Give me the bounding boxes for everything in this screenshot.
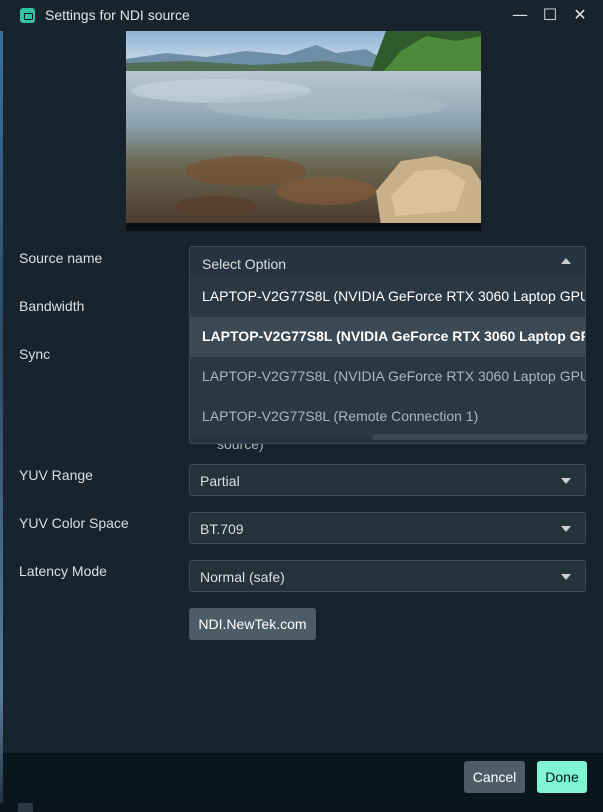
yuv-range-select[interactable]: Partial <box>189 464 586 496</box>
ndi-website-button[interactable]: NDI.NewTek.com <box>189 608 316 640</box>
latency-mode-value: Normal (safe) <box>200 569 285 585</box>
latency-mode-select[interactable]: Normal (safe) <box>189 560 586 592</box>
minimize-button[interactable]: — <box>510 5 530 25</box>
title-bar: Settings for NDI source — ☐ ✕ <box>0 0 603 31</box>
label-bandwidth: Bandwidth <box>19 298 85 314</box>
label-yuv-range: YUV Range <box>19 467 93 483</box>
chevron-down-icon <box>561 478 571 484</box>
taskbar-strip <box>0 803 603 812</box>
source-name-select[interactable]: Select Option <box>190 247 585 277</box>
label-sync: Sync <box>19 346 51 362</box>
source-option[interactable]: LAPTOP-V2G77S8L (Remote Connection 1) <box>190 397 585 437</box>
chevron-down-icon <box>561 526 571 532</box>
window-title: Settings for NDI source <box>45 7 190 23</box>
source-option[interactable]: LAPTOP-V2G77S8L (NVIDIA GeForce RTX 3060… <box>190 277 585 317</box>
taskbar-tab <box>18 803 33 812</box>
chevron-down-icon <box>561 574 571 580</box>
source-preview-image <box>126 31 481 231</box>
source-option[interactable]: LAPTOP-V2G77S8L (NVIDIA GeForce RTX 3060… <box>190 317 585 357</box>
dropdown-scrollbar[interactable] <box>372 434 588 440</box>
source-name-value: Select Option <box>202 256 287 272</box>
done-button[interactable]: Done <box>537 761 587 793</box>
yuv-color-space-value: BT.709 <box>200 521 244 537</box>
cancel-button[interactable]: Cancel <box>464 761 525 793</box>
yuv-color-space-select[interactable]: BT.709 <box>189 512 586 544</box>
source-name-dropdown[interactable]: Select Option LAPTOP-V2G77S8L (NVIDIA Ge… <box>189 246 586 444</box>
source-option[interactable]: LAPTOP-V2G77S8L (NVIDIA GeForce RTX 3060… <box>190 357 585 397</box>
yuv-range-value: Partial <box>200 473 240 489</box>
maximize-button[interactable]: ☐ <box>540 5 560 25</box>
app-icon <box>20 8 35 23</box>
label-yuv-color-space: YUV Color Space <box>19 515 129 531</box>
chevron-up-icon <box>561 258 571 264</box>
label-source-name: Source name <box>19 250 103 266</box>
label-latency-mode: Latency Mode <box>19 563 107 579</box>
close-button[interactable]: ✕ <box>570 5 590 25</box>
